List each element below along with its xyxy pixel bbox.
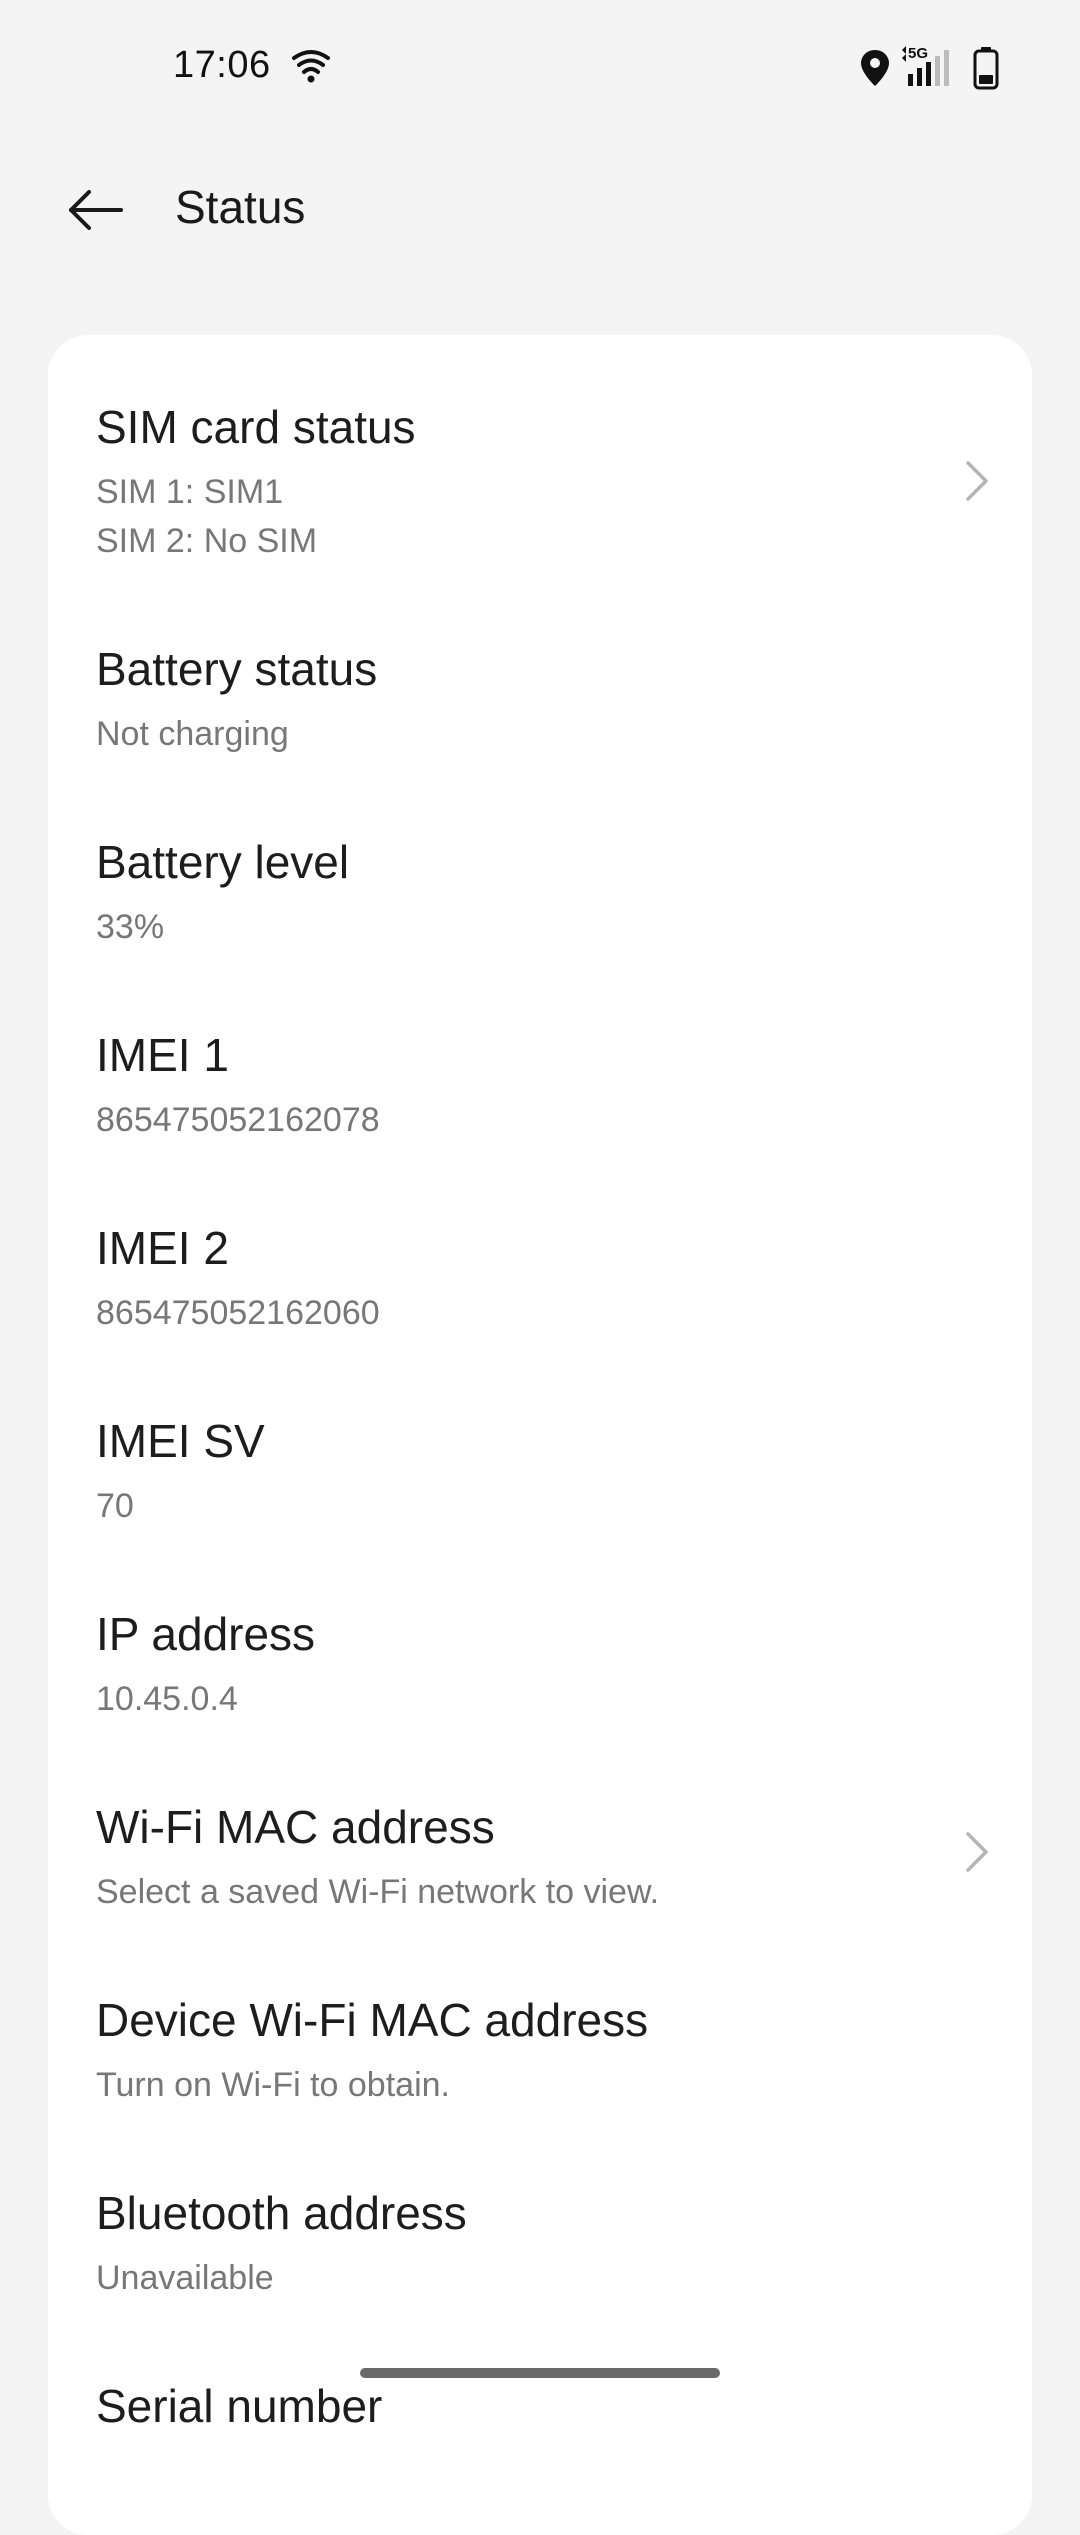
list-item-battery-status: Battery status Not charging xyxy=(48,580,1032,773)
list-item-subtitle: 865475052162060 xyxy=(96,1294,380,1332)
list-item-title: IMEI 1 xyxy=(96,1029,229,1081)
list-item-subtitle: Select a saved Wi-Fi network to view. xyxy=(96,1873,660,1911)
list-item-title: Device Wi-Fi MAC address xyxy=(96,1994,649,2046)
location-icon xyxy=(861,50,889,86)
list-item-title: IMEI SV xyxy=(96,1415,265,1467)
signal-5g-icon: 5G xyxy=(902,45,949,86)
battery-icon xyxy=(973,47,999,90)
list-item-serial-number[interactable]: Serial number xyxy=(48,2317,1032,2510)
back-button[interactable] xyxy=(50,178,140,242)
arrow-left-icon xyxy=(69,190,123,230)
list-item-title: SIM card status xyxy=(96,401,416,453)
list-item-subtitle: SIM 2: No SIM xyxy=(96,522,318,560)
list-item-title: Wi-Fi MAC address xyxy=(96,1801,495,1853)
status-list-card: SIM card status SIM 1: SIM1 SIM 2: No SI… xyxy=(48,335,1032,2535)
list-item-title: IMEI 2 xyxy=(96,1222,229,1274)
list-item-title: Battery level xyxy=(96,836,350,888)
list-item-sim-card-status[interactable]: SIM card status SIM 1: SIM1 SIM 2: No SI… xyxy=(48,335,1032,580)
home-indicator[interactable] xyxy=(360,2368,720,2378)
list-item-subtitle: Unavailable xyxy=(96,2259,274,2297)
chevron-right-icon xyxy=(966,461,988,501)
list-item-wifi-mac-address[interactable]: Wi-Fi MAC address Select a saved Wi-Fi n… xyxy=(48,1738,1032,1931)
status-bar: 17:06 5G xyxy=(0,0,1080,130)
list-item-subtitle: Turn on Wi-Fi to obtain. xyxy=(96,2066,450,2104)
list-item-subtitle: SIM 1: SIM1 xyxy=(96,473,284,511)
wifi-icon xyxy=(292,50,330,83)
list-item-imei-2[interactable]: IMEI 2 865475052162060 xyxy=(48,1159,1032,1352)
list-item-imei-sv: IMEI SV 70 xyxy=(48,1352,1032,1545)
list-item-device-wifi-mac-address: Device Wi-Fi MAC address Turn on Wi-Fi t… xyxy=(48,1931,1032,2124)
status-time: 17:06 xyxy=(173,44,271,86)
list-item-subtitle: 70 xyxy=(96,1487,134,1525)
list-item-title: Serial number xyxy=(96,2380,383,2432)
list-item-bluetooth-address: Bluetooth address Unavailable xyxy=(48,2124,1032,2317)
chevron-right-icon xyxy=(966,1832,988,1872)
app-bar: Status xyxy=(0,150,1080,270)
list-item-subtitle: 865475052162078 xyxy=(96,1101,380,1139)
list-item-title: Battery status xyxy=(96,643,378,695)
list-item-imei-1[interactable]: IMEI 1 865475052162078 xyxy=(48,966,1032,1159)
list-item-battery-level: Battery level 33% xyxy=(48,773,1032,966)
list-item-subtitle: 33% xyxy=(96,908,165,946)
list-item-title: Bluetooth address xyxy=(96,2187,467,2239)
list-item-subtitle: Not charging xyxy=(96,715,289,753)
page-title: Status xyxy=(175,181,306,233)
list-item-title: IP address xyxy=(96,1608,316,1660)
list-item-subtitle: 10.45.0.4 xyxy=(96,1680,238,1718)
list-item-ip-address[interactable]: IP address 10.45.0.4 xyxy=(48,1545,1032,1738)
svg-text:5G: 5G xyxy=(908,45,928,62)
